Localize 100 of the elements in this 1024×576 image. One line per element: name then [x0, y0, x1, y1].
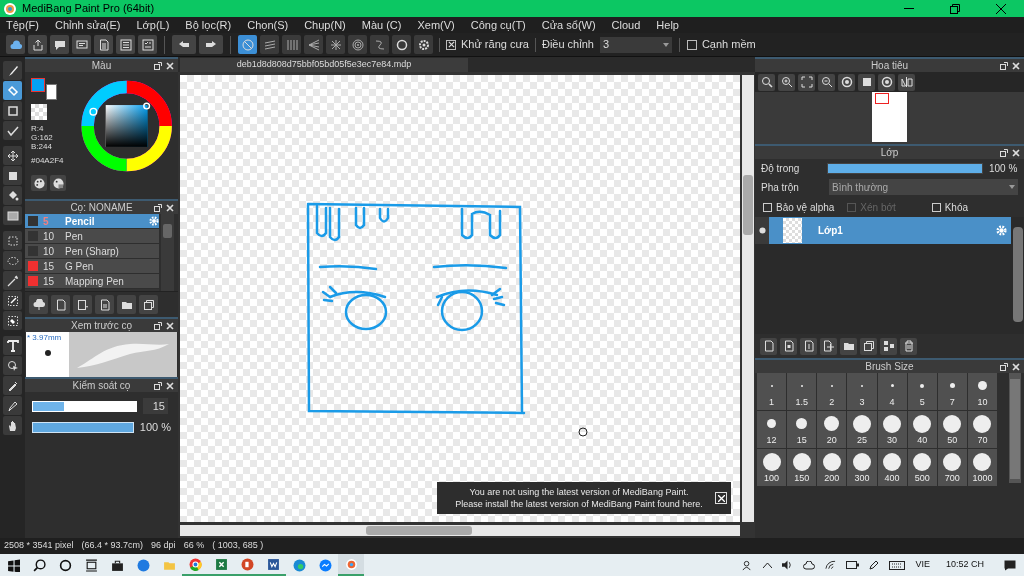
brush-list-item[interactable]: 10 Pen (Sharp)	[25, 244, 159, 259]
brush-name: Pen	[65, 229, 84, 244]
brush-size-label: 1.5	[795, 395, 808, 409]
language-indicator[interactable]: VIE	[915, 558, 930, 572]
brush-size-option[interactable]: 4	[877, 373, 907, 410]
brush-size-label: 20	[826, 433, 837, 447]
menu-item[interactable]: Chụp(N)	[304, 16, 346, 34]
menu-item[interactable]: Chỉnh sửa(E)	[55, 16, 121, 34]
brush-size-label: * 3.97mm	[27, 332, 62, 344]
layer-name: Lớp1	[818, 223, 844, 238]
checkbox-label: Bảo vệ alpha	[776, 200, 835, 215]
menu-item[interactable]: Cửa sổ(W)	[541, 16, 596, 34]
brush-size-option[interactable]: 7	[937, 373, 967, 410]
brush-size-option[interactable]: 12	[757, 411, 787, 448]
menu-item[interactable]: Lớp(L)	[136, 16, 170, 34]
brush-size-label: 50	[947, 433, 958, 447]
rgb-value: B:244	[31, 142, 53, 151]
brush-size-option[interactable]: 200	[817, 449, 847, 486]
brush-size-option[interactable]: 500	[907, 449, 937, 486]
brush-size-option[interactable]: 5	[907, 373, 937, 410]
panel-title: Kiểm soát cọ	[72, 379, 131, 393]
brush-size-label: 10	[977, 395, 988, 409]
status-text: (66.4 * 93.7cm)	[81, 539, 144, 553]
brush-size-option[interactable]: 10	[967, 373, 997, 410]
panel-title: Hoa tiêu	[870, 59, 909, 73]
notification-text: Please install the latest version of MediBang Paint found here.	[455, 498, 703, 510]
brush-size-option[interactable]: 300	[847, 449, 877, 486]
panel-title: Brush Size	[865, 360, 914, 374]
blend-mode-value: Bình thường	[832, 180, 889, 195]
brush-list-item[interactable]: 15 G Pen	[25, 259, 159, 274]
brush-size-option[interactable]: 700	[937, 449, 967, 486]
brush-name: Mapping Pen	[65, 274, 125, 289]
adjust-dropdown[interactable]: 3	[599, 36, 672, 53]
brush-size-option[interactable]: 100	[757, 449, 787, 486]
clock[interactable]: 10:52 CH	[945, 558, 984, 572]
rgb-value: G:162	[31, 133, 54, 142]
rgb-value: R:4	[31, 124, 45, 133]
brush-size-option[interactable]: 20	[817, 411, 847, 448]
brush-size-option[interactable]: 70	[967, 411, 997, 448]
brush-width-value[interactable]: 15	[143, 398, 168, 414]
brush-size-label: 4	[889, 395, 895, 409]
adjust-label: Điều chỉnh	[541, 37, 594, 53]
brush-name: Pen (Sharp)	[65, 244, 120, 259]
brush-size-label: 400	[884, 471, 900, 485]
menu-item[interactable]: Công cụ(T)	[470, 16, 526, 34]
brush-size-label: 3	[859, 395, 865, 409]
panel-title: Xem trước cọ	[70, 319, 132, 333]
brush-size-option[interactable]: 30	[877, 411, 907, 448]
menu-item[interactable]: Cloud	[611, 16, 641, 34]
menu-item[interactable]: Xem(V)	[417, 16, 455, 34]
brush-opacity-value: 100 %	[139, 420, 171, 435]
panel-title: Màu	[91, 59, 112, 73]
menu-item[interactable]: Tệp(F)	[6, 16, 39, 34]
brush-size: 15	[43, 274, 56, 289]
brush-list-item[interactable]: 10 Pen	[25, 229, 159, 244]
brush-size-label: 25	[856, 433, 867, 447]
brush-size-option[interactable]: 400	[877, 449, 907, 486]
brush-size-option[interactable]: 40	[907, 411, 937, 448]
adjust-value: 3	[602, 37, 610, 53]
window-title: MediBang Paint Pro (64bit)	[22, 1, 155, 17]
menu-item[interactable]: Help	[656, 16, 679, 34]
brush-size-option[interactable]: 3	[847, 373, 877, 410]
brush-size-label: 1	[769, 395, 775, 409]
brush-size-option[interactable]: 1	[757, 373, 787, 410]
blend-mode-dropdown[interactable]: Bình thường	[829, 179, 1018, 195]
status-text: 2508 * 3541 pixel	[4, 539, 74, 553]
brush-size: 10	[43, 229, 56, 244]
brush-size-label: 7	[949, 395, 955, 409]
menu-item[interactable]: Bộ lọc(R)	[185, 16, 232, 34]
brush-size: 5	[43, 214, 50, 229]
antialias-label: Khử răng cưa	[461, 37, 529, 53]
brush-size-option[interactable]: 2	[817, 373, 847, 410]
brush-size-label: 150	[794, 471, 810, 485]
brush-size-label: 5	[919, 395, 925, 409]
canvas-page[interactable]: You are not using the latest version of MediBang Paint. Please install the latest version of MediBang Paint found here.	[180, 75, 740, 522]
status-text: 66 %	[183, 539, 205, 553]
brush-size-label: 70	[977, 433, 988, 447]
brush-size: 15	[43, 259, 56, 274]
brush-size-label: 1000	[972, 471, 993, 485]
checkbox-label: Khóa	[944, 200, 968, 215]
document-tab[interactable]: deb1d8d808d75bbf05bd05f5e3ec7e84.mdp	[180, 58, 468, 72]
blend-mode-label: Pha trộn	[761, 180, 800, 195]
brush-size-option[interactable]: 1000	[967, 449, 997, 486]
brush-size-option[interactable]: 25	[847, 411, 877, 448]
brush-size-label: 700	[944, 471, 960, 485]
brush-size-label: 12	[766, 433, 777, 447]
menu-item[interactable]: Chọn(S)	[247, 16, 289, 34]
hex-value: #04A2F4	[31, 155, 65, 167]
brush-size-option[interactable]: 1.5	[787, 373, 817, 410]
menu-item[interactable]: Màu (C)	[361, 16, 402, 34]
brush-name: G Pen	[65, 259, 95, 274]
brush-list-item[interactable]: 15 Mapping Pen	[25, 274, 159, 289]
brush-size-option[interactable]: 15	[787, 411, 817, 448]
brush-size-label: 100	[764, 471, 780, 485]
brush-size: 10	[43, 244, 56, 259]
brush-size-label: 40	[917, 433, 928, 447]
brush-size-option[interactable]: 150	[787, 449, 817, 486]
opacity-label: Độ trong	[761, 161, 801, 176]
brush-size-option[interactable]: 50	[937, 411, 967, 448]
brush-size-label: 500	[914, 471, 930, 485]
